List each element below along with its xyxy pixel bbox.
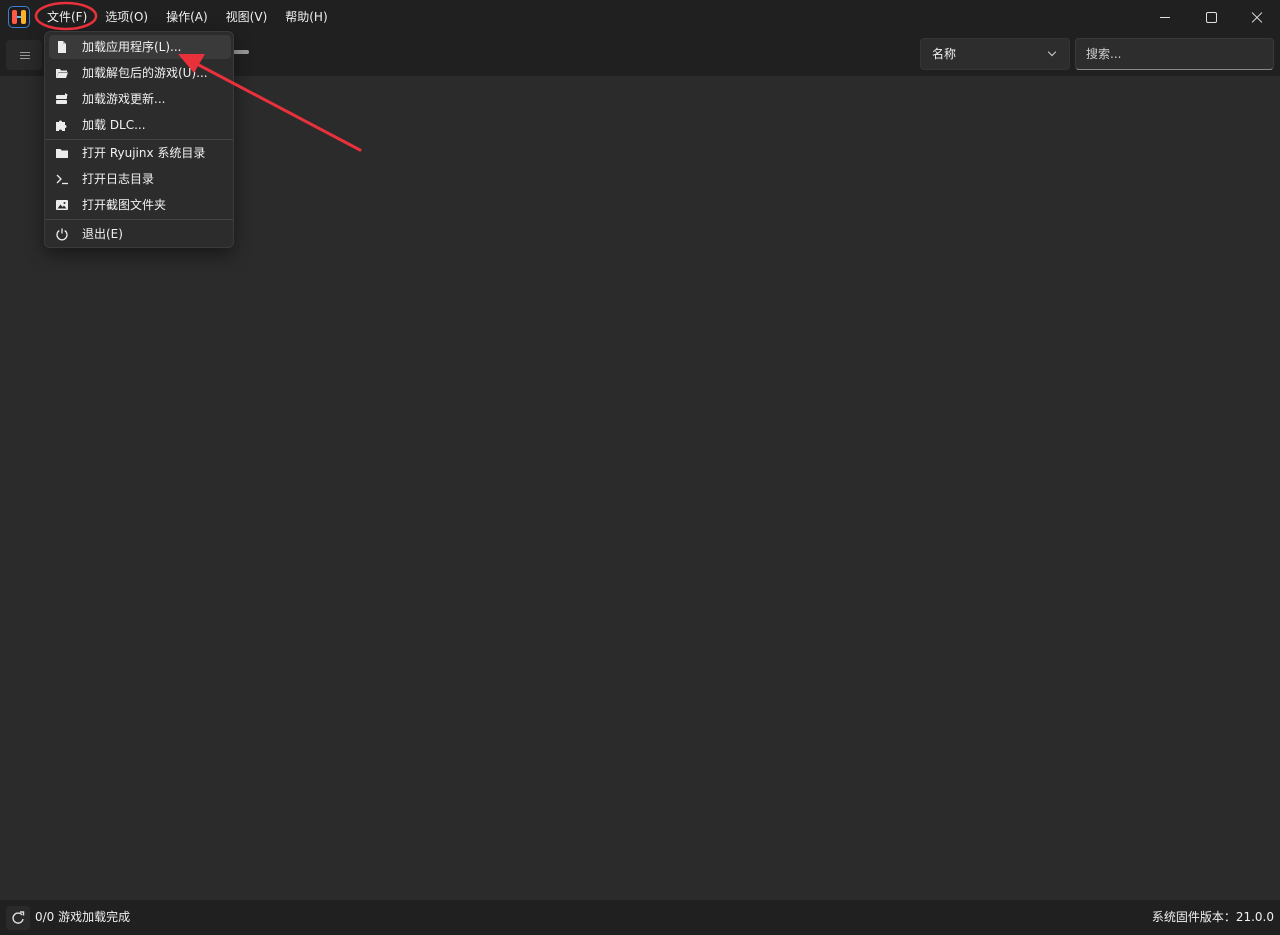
file-menu-dropdown: 加载应用程序(L)... 加载解包后的游戏(U)... 加载游戏更新... 加载… — [44, 31, 234, 248]
menu-actions[interactable]: 操作(A) — [157, 0, 217, 34]
sort-by-select[interactable]: 名称 — [920, 38, 1070, 70]
menu-item-load-game-update[interactable]: 加载游戏更新... — [49, 87, 231, 111]
folder-open-icon — [56, 69, 68, 78]
menu-item-load-unpacked-game[interactable]: 加载解包后的游戏(U)... — [49, 61, 231, 85]
chevron-down-icon — [1047, 47, 1057, 57]
close-button[interactable] — [1234, 0, 1280, 34]
menu-item-open-screenshot-folder[interactable]: 打开截图文件夹 — [49, 193, 231, 217]
menu-item-exit[interactable]: 退出(E) — [49, 222, 231, 246]
menu-file[interactable]: 文件(F) — [38, 0, 96, 34]
list-view-button[interactable] — [6, 40, 42, 70]
folder-icon — [56, 149, 68, 158]
menu-options[interactable]: 选项(O) — [96, 0, 157, 34]
menu-item-load-application[interactable]: 加载应用程序(L)... — [49, 35, 231, 59]
grid-size-slider-thumb[interactable] — [233, 50, 249, 54]
refresh-icon — [12, 911, 25, 924]
image-icon — [56, 200, 68, 210]
ryujinx-logo-icon — [8, 6, 30, 28]
minimize-button[interactable] — [1142, 0, 1188, 34]
update-icon — [56, 93, 68, 104]
firmware-version: 系统固件版本：21.0.0 — [1151, 910, 1274, 924]
menu-bar: 文件(F) 选项(O) 操作(A) 视图(V) 帮助(H) — [38, 0, 337, 34]
refresh-button[interactable] — [6, 906, 30, 930]
search-input[interactable] — [1075, 38, 1274, 70]
file-icon — [58, 41, 66, 53]
menu-item-open-log-folder[interactable]: 打开日志目录 — [49, 167, 231, 191]
terminal-icon — [56, 174, 68, 185]
menu-separator — [45, 219, 233, 220]
menu-help[interactable]: 帮助(H) — [276, 0, 336, 34]
menu-item-load-dlc[interactable]: 加载 DLC... — [49, 113, 231, 137]
menu-separator — [45, 139, 233, 140]
maximize-button[interactable] — [1188, 0, 1234, 34]
window-controls — [1142, 0, 1280, 34]
menu-item-open-system-folder[interactable]: 打开 Ryujinx 系统目录 — [49, 141, 231, 165]
puzzle-icon — [56, 120, 67, 131]
status-bar: 0/0 游戏加载完成 系统固件版本：21.0.0 — [0, 900, 1280, 935]
power-icon — [56, 228, 68, 241]
games-loaded-status: 0/0 游戏加载完成 — [35, 910, 131, 924]
sort-by-value: 名称 — [932, 47, 957, 61]
menu-view[interactable]: 视图(V) — [217, 0, 277, 34]
title-bar: 文件(F) 选项(O) 操作(A) 视图(V) 帮助(H) — [0, 0, 1280, 34]
